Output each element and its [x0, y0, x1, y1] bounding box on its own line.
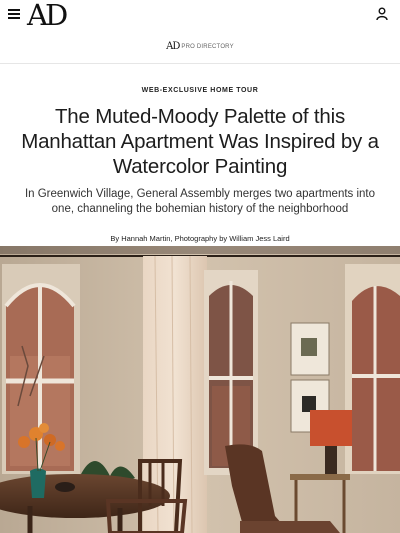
- hero-image: [0, 246, 400, 533]
- article-headline: The Muted-Moody Palette of this Manhatta…: [21, 105, 379, 178]
- site-logo[interactable]: AD: [27, 0, 68, 30]
- photographer-link[interactable]: William Jess Laird: [229, 234, 289, 243]
- article-kicker[interactable]: WEB-EXCLUSIVE HOME TOUR: [0, 87, 400, 94]
- author-link[interactable]: Hannah Martin: [121, 234, 170, 243]
- hamburger-menu-icon[interactable]: [8, 9, 20, 19]
- user-icon[interactable]: [376, 7, 388, 21]
- byline-prefix: By: [110, 234, 122, 243]
- pro-logo-mark: AD: [166, 41, 180, 52]
- pro-directory-bar: AD PRO DIRECTORY: [0, 30, 400, 64]
- center-window: [204, 270, 258, 475]
- article-byline: By Hannah Martin, Photography by William…: [0, 234, 400, 243]
- article-dek: In Greenwich Village, General Assembly m…: [24, 188, 376, 215]
- top-navigation-bar: AD: [0, 0, 400, 30]
- pro-directory-link[interactable]: AD PRO DIRECTORY: [166, 41, 234, 52]
- dining-table: [0, 474, 170, 533]
- hero-illustration: [0, 246, 400, 533]
- left-window: [2, 264, 80, 474]
- pro-logo-text: PRO DIRECTORY: [181, 43, 234, 50]
- byline-mid: , Photography by: [170, 234, 230, 243]
- right-window: [345, 264, 400, 474]
